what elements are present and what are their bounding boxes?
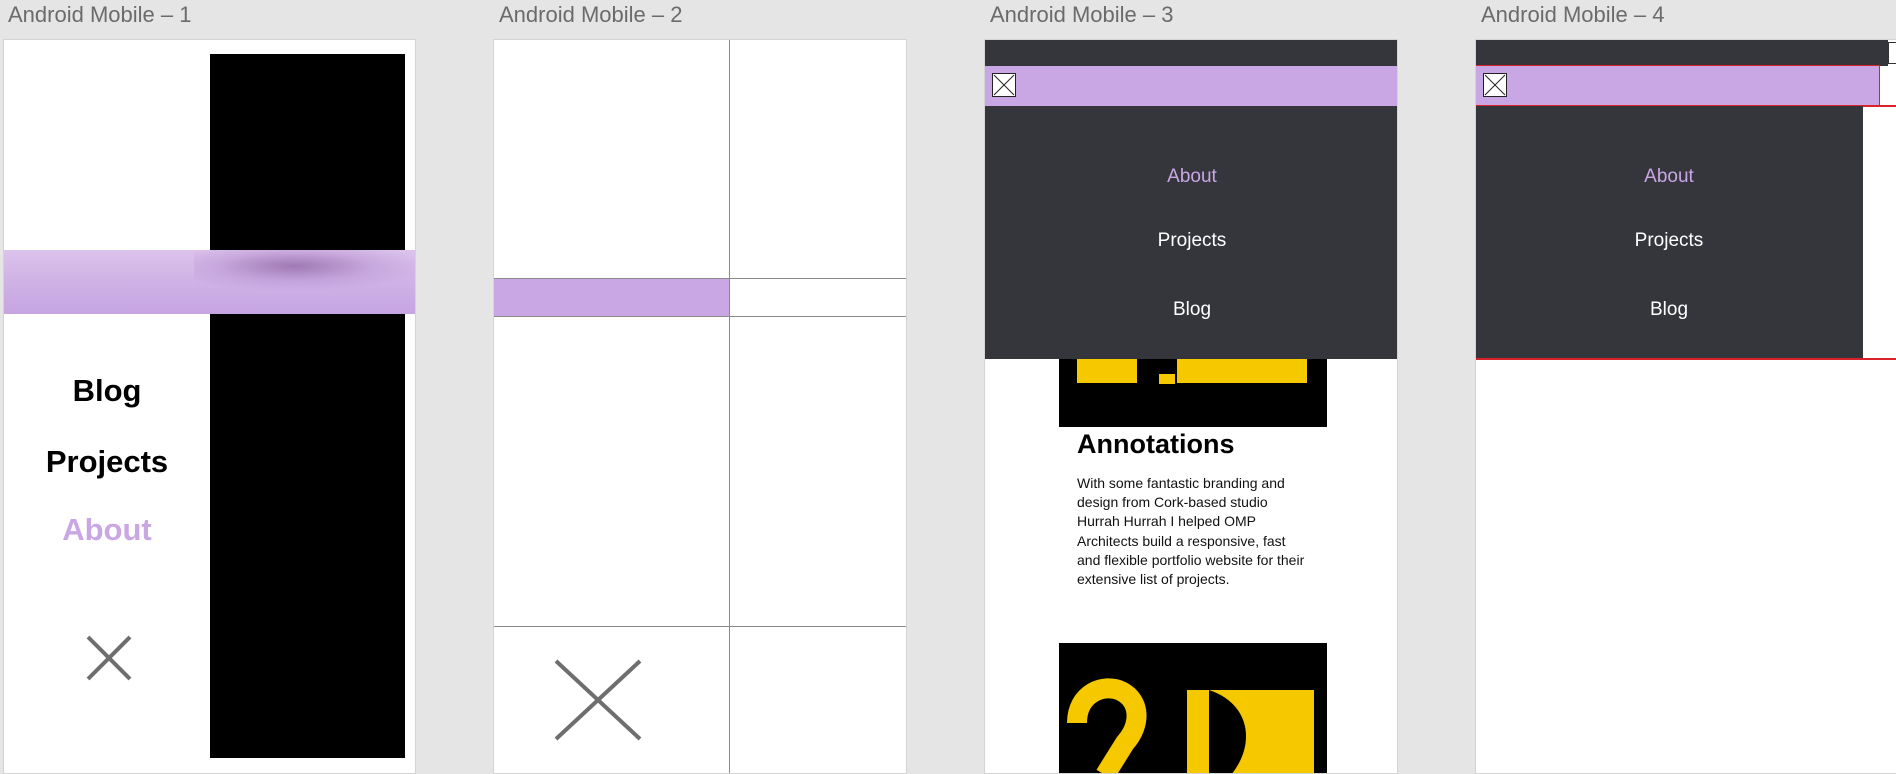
status-bar (1476, 40, 1888, 66)
status-bar (985, 40, 1397, 66)
nav-item-blog[interactable]: Blog (985, 299, 1397, 321)
menu-item-about[interactable]: About (4, 512, 210, 548)
article-title[interactable]: Genius Annotations (1077, 390, 1307, 462)
frame-label-1[interactable]: Android Mobile – 1 (8, 2, 191, 28)
nav-item-about[interactable]: About (1476, 166, 1862, 188)
nav-edge (1862, 106, 1863, 358)
logo-shape (1159, 374, 1175, 384)
artboard-android-mobile-2[interactable] (493, 39, 907, 774)
logo-mark (1067, 678, 1314, 773)
nav-item-blog[interactable]: Blog (1476, 299, 1862, 321)
black-panel (210, 54, 405, 758)
header-bar (4, 250, 415, 314)
menu-image-placeholder-icon[interactable] (1483, 73, 1507, 97)
selection-outline (1879, 65, 1880, 105)
resize-handle[interactable] (1888, 42, 1896, 64)
nav-item-projects[interactable]: Projects (985, 230, 1397, 252)
nav-menu: About Projects Blog (1476, 106, 1862, 359)
artboard-android-mobile-4[interactable]: About Projects Blog (1475, 39, 1896, 774)
header-bar (1476, 66, 1880, 106)
close-icon[interactable] (554, 659, 642, 741)
menu-item-blog[interactable]: Blog (4, 373, 210, 409)
close-icon[interactable] (85, 634, 133, 682)
header-bar (985, 66, 1397, 106)
menu-image-placeholder-icon[interactable] (992, 73, 1016, 97)
nav-item-projects[interactable]: Projects (1476, 230, 1862, 252)
article-body: With some fantastic branding and design … (1077, 475, 1305, 588)
frame-label-2[interactable]: Android Mobile – 2 (499, 2, 682, 28)
menu-item-projects[interactable]: Projects (4, 444, 210, 480)
selection-outline (1476, 65, 1880, 66)
grid-line-vertical (729, 40, 730, 773)
frame-label-3[interactable]: Android Mobile – 3 (990, 2, 1173, 28)
header-shadow (194, 250, 415, 290)
artboard-android-mobile-3[interactable]: About Projects Blog Genius Annotations W… (984, 39, 1398, 774)
artboard-android-mobile-1[interactable]: Blog Projects About (3, 39, 416, 774)
grid-line-horizontal (494, 316, 729, 317)
nav-item-about[interactable]: About (985, 166, 1397, 188)
grid-line-horizontal (494, 626, 906, 627)
header-bar (494, 279, 729, 316)
nav-menu: About Projects Blog (985, 106, 1397, 359)
frame-label-4[interactable]: Android Mobile – 4 (1481, 2, 1664, 28)
selection-outline (1476, 358, 1896, 360)
grid-line-horizontal (729, 316, 906, 317)
project-image[interactable] (1059, 643, 1327, 773)
